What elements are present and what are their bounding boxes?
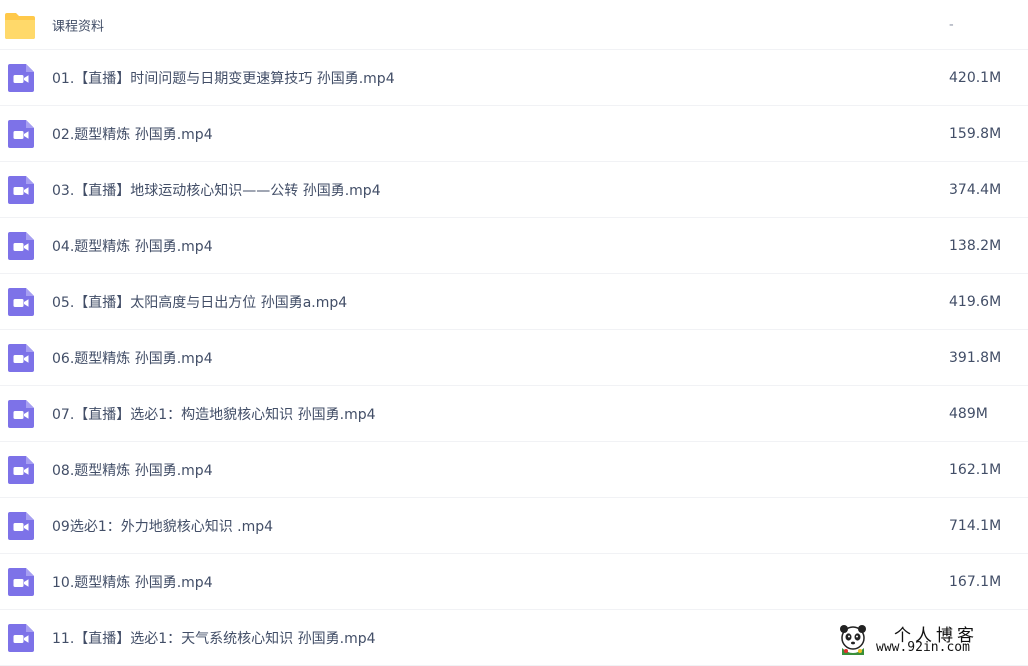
folder-row[interactable]: 课程资料 - <box>0 0 1028 50</box>
file-list: 课程资料 - 01.【直播】时间问题与日期变更速算技巧 孙国勇.mp4 420.1M… <box>0 0 1028 666</box>
file-size: 159.8M <box>949 125 1002 142</box>
video-file-icon <box>7 455 35 485</box>
file-size: 420.1M <box>949 69 1002 86</box>
video-file-icon <box>7 567 35 597</box>
file-row[interactable]: 02.题型精炼 孙国勇.mp4 159.8M <box>0 106 1028 162</box>
file-size: 489M <box>949 405 988 422</box>
video-file-icon <box>7 287 35 317</box>
file-name[interactable]: 04.题型精炼 孙国勇.mp4 <box>52 236 213 256</box>
file-size: 419.6M <box>949 293 1002 310</box>
file-name[interactable]: 10.题型精炼 孙国勇.mp4 <box>52 572 213 592</box>
file-name[interactable]: 02.题型精炼 孙国勇.mp4 <box>52 124 213 144</box>
file-size: 138.2M <box>949 237 1002 254</box>
blog-watermark: 个人博客 www.92in.com <box>836 620 1026 660</box>
video-file-icon <box>7 623 35 653</box>
video-file-icon <box>7 231 35 261</box>
file-row[interactable]: 05.【直播】太阳高度与日出方位 孙国勇a.mp4 419.6M <box>0 274 1028 330</box>
file-row[interactable]: 07.【直播】选必1：构造地貌核心知识 孙国勇.mp4 489M <box>0 386 1028 442</box>
panda-mascot-icon <box>840 625 866 655</box>
video-file-icon <box>7 119 35 149</box>
video-file-icon <box>7 343 35 373</box>
file-name[interactable]: 07.【直播】选必1：构造地貌核心知识 孙国勇.mp4 <box>52 404 376 424</box>
file-name[interactable]: 08.题型精炼 孙国勇.mp4 <box>52 460 213 480</box>
file-name[interactable]: 06.题型精炼 孙国勇.mp4 <box>52 348 213 368</box>
file-row[interactable]: 01.【直播】时间问题与日期变更速算技巧 孙国勇.mp4 420.1M <box>0 50 1028 106</box>
video-file-icon <box>7 63 35 93</box>
file-row[interactable]: 10.题型精炼 孙国勇.mp4 167.1M <box>0 554 1028 610</box>
file-size: - <box>949 17 954 32</box>
file-row[interactable]: 03.【直播】地球运动核心知识——公转 孙国勇.mp4 374.4M <box>0 162 1028 218</box>
video-file-icon <box>7 399 35 429</box>
file-name[interactable]: 03.【直播】地球运动核心知识——公转 孙国勇.mp4 <box>52 180 381 200</box>
file-row[interactable]: 06.题型精炼 孙国勇.mp4 391.8M <box>0 330 1028 386</box>
file-row[interactable]: 04.题型精炼 孙国勇.mp4 138.2M <box>0 218 1028 274</box>
file-name[interactable]: 课程资料 <box>52 15 104 34</box>
file-name[interactable]: 01.【直播】时间问题与日期变更速算技巧 孙国勇.mp4 <box>52 68 395 88</box>
file-size: 162.1M <box>949 461 1002 478</box>
video-file-icon <box>7 511 35 541</box>
file-size: 714.1M <box>949 517 1002 534</box>
file-size: 167.1M <box>949 573 1002 590</box>
watermark-url: www.92in.com <box>876 640 970 655</box>
file-size: 374.4M <box>949 181 1002 198</box>
file-name[interactable]: 11.【直播】选必1：天气系统核心知识 孙国勇.mp4 <box>52 628 376 648</box>
file-row[interactable]: 09选必1：外力地貌核心知识 .mp4 714.1M <box>0 498 1028 554</box>
folder-icon <box>4 10 36 40</box>
file-name[interactable]: 09选必1：外力地貌核心知识 .mp4 <box>52 516 273 536</box>
file-row[interactable]: 08.题型精炼 孙国勇.mp4 162.1M <box>0 442 1028 498</box>
file-size: 391.8M <box>949 349 1002 366</box>
video-file-icon <box>7 175 35 205</box>
file-name[interactable]: 05.【直播】太阳高度与日出方位 孙国勇a.mp4 <box>52 292 347 312</box>
